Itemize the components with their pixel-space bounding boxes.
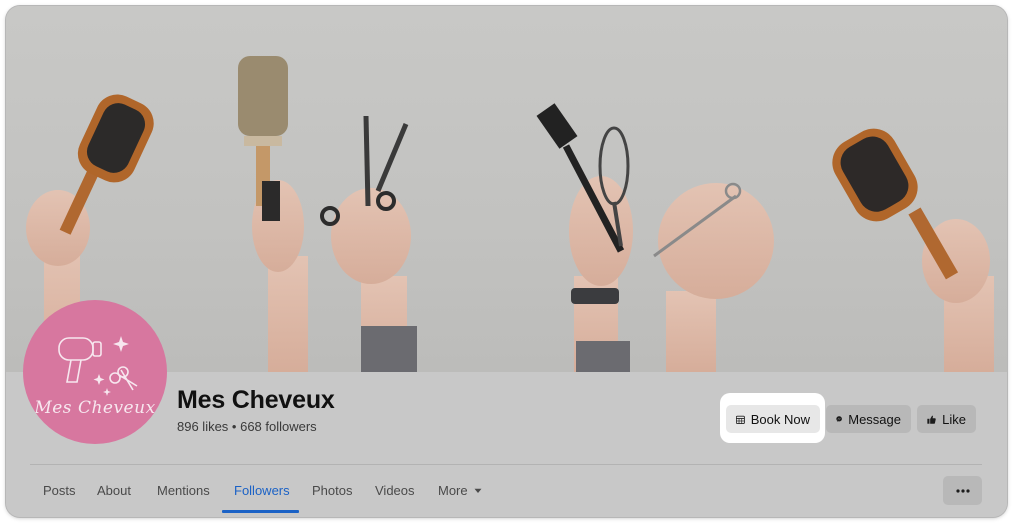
tab-more-label: More <box>438 483 468 498</box>
tab-videos[interactable]: Videos <box>375 483 415 498</box>
hand-round-brush <box>238 56 308 372</box>
hand-dye-brush <box>536 103 633 372</box>
profile-avatar[interactable]: Mes Cheveux <box>23 300 167 444</box>
tab-posts[interactable]: Posts <box>43 483 76 498</box>
like-button[interactable]: Like <box>917 405 976 433</box>
hand-scissors <box>320 115 417 372</box>
logo-text: Mes Cheveux <box>34 398 156 418</box>
like-label: Like <box>942 411 966 427</box>
page-stats[interactable]: 896 likes • 668 followers <box>177 419 317 434</box>
tab-followers[interactable]: Followers <box>234 483 290 498</box>
tab-more[interactable]: More <box>438 483 482 498</box>
book-now-button[interactable]: Book Now <box>726 405 820 433</box>
ellipsis-icon <box>955 488 970 493</box>
hand-brush-right <box>832 128 994 372</box>
tab-photos[interactable]: Photos <box>312 483 352 498</box>
hair-dryer-logo-icon <box>58 336 138 396</box>
active-tab-indicator <box>222 510 299 513</box>
page-title[interactable]: Mes Cheveux <box>177 386 335 415</box>
caret-down-icon <box>474 488 482 493</box>
book-now-label: Book Now <box>750 411 810 427</box>
message-button[interactable]: Message <box>826 405 911 433</box>
message-label: Message <box>848 411 901 427</box>
thumbs-up-icon <box>927 415 936 424</box>
more-options-button[interactable] <box>943 476 982 505</box>
calendar-icon <box>736 415 745 424</box>
hand-open-palm <box>653 182 774 372</box>
tab-mentions[interactable]: Mentions <box>157 483 210 498</box>
messenger-icon <box>836 416 842 422</box>
header-divider <box>30 464 982 465</box>
tab-about[interactable]: About <box>97 483 131 498</box>
